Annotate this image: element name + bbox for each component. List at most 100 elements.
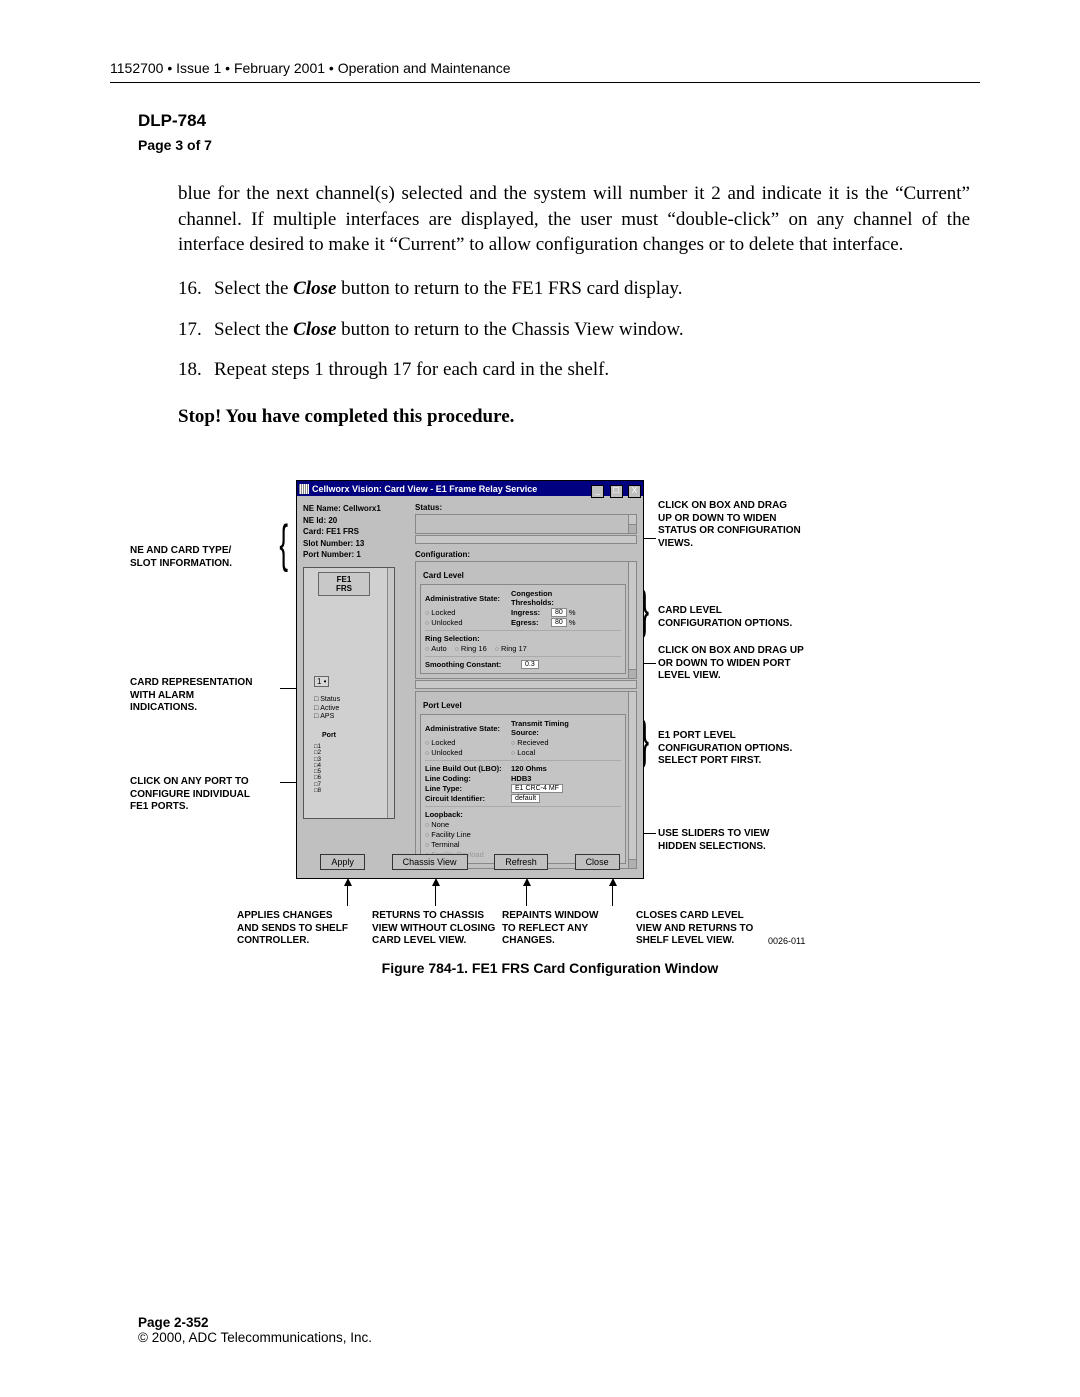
- maximize-button[interactable]: ☐: [610, 485, 623, 498]
- label: Card:: [303, 527, 324, 536]
- label: %: [569, 618, 576, 627]
- label: NE Id:: [303, 516, 326, 525]
- callout-port-level: E1 PORT LEVEL CONFIGURATION OPTIONS. SEL…: [658, 730, 858, 768]
- label: %: [569, 608, 576, 617]
- callout-chassis: RETURNS TO CHASSIS VIEW WITHOUT CLOSING …: [372, 910, 522, 948]
- label: Slot Number:: [303, 539, 353, 548]
- value: HDB3: [511, 774, 531, 783]
- callout-sliders: USE SLIDERS TO VIEW HIDDEN SELECTIONS.: [658, 828, 858, 853]
- label: Circuit Identifier:: [425, 794, 511, 803]
- brace-icon: {: [279, 522, 288, 566]
- callout-ports: CLICK ON ANY PORT TO CONFIGURE INDIVIDUA…: [130, 776, 280, 814]
- label: Port Number:: [303, 550, 354, 559]
- label: Line Build Out (LBO):: [425, 764, 511, 773]
- page-header: 1152700 • Issue 1 • February 2001 • Oper…: [110, 60, 980, 82]
- arrow-up-icon: [432, 878, 440, 886]
- port-list[interactable]: 1 2 3 4 5 6 7 8: [314, 744, 321, 794]
- port-item[interactable]: 2: [314, 750, 321, 756]
- radio-auto[interactable]: Auto: [425, 644, 447, 653]
- radio-ring17[interactable]: Ring 17: [495, 644, 527, 653]
- circuit-id-input[interactable]: default: [511, 794, 540, 803]
- figure-wrap: NE AND CARD TYPE/ SLOT INFORMATION. { CA…: [130, 480, 970, 1010]
- completed-notice: Stop! You have completed this procedure.: [178, 406, 970, 428]
- callout-card-level: CARD LEVEL CONFIGURATION OPTIONS.: [658, 605, 858, 630]
- callout-close: CLOSES CARD LEVEL VIEW AND RETURNS TO SH…: [636, 910, 786, 948]
- label: Ingress:: [511, 608, 551, 617]
- port-item[interactable]: 3: [314, 757, 321, 763]
- radio-locked[interactable]: Locked: [425, 738, 455, 747]
- header-rule: [110, 82, 980, 83]
- value: 120 Ohms: [511, 764, 547, 773]
- radio-received[interactable]: Recieved: [511, 738, 549, 747]
- splitter[interactable]: [415, 680, 637, 689]
- ingress-spinner[interactable]: 80: [551, 608, 567, 617]
- radio-locked[interactable]: Locked: [425, 608, 455, 617]
- scrollbar[interactable]: [628, 692, 636, 868]
- step-command: Close: [293, 278, 336, 299]
- radio-facility-line[interactable]: Facility Line: [425, 830, 471, 839]
- line-type-select[interactable]: E1 CRC-4 MF: [511, 784, 563, 793]
- step-18: 18. Repeat steps 1 through 17 for each c…: [178, 357, 970, 384]
- legend-item: Active: [314, 705, 340, 714]
- titlebar[interactable]: Cellworx Vision: Card View - E1 Frame Re…: [297, 481, 643, 496]
- ne-info: NE Name: Cellworx1 NE Id: 20 Card: FE1 F…: [303, 503, 403, 561]
- card-label: FE1FRS: [318, 572, 370, 596]
- label: Congestion Thresholds:: [511, 589, 597, 607]
- port-item[interactable]: 6: [314, 775, 321, 781]
- minimize-button[interactable]: _: [591, 485, 604, 498]
- scrollbar[interactable]: [387, 568, 394, 818]
- card-representation: FE1FRS 1 • Status Active APS Port 1 2 3 …: [303, 567, 395, 819]
- splitter[interactable]: [415, 535, 637, 544]
- label: Line Coding:: [425, 774, 511, 783]
- radio-unlocked[interactable]: Unlocked: [425, 748, 463, 757]
- close-button[interactable]: Close: [575, 854, 620, 870]
- label: Loopback:: [425, 810, 511, 819]
- label: Administrative State:: [425, 724, 511, 733]
- arrow-up-icon: [344, 878, 352, 886]
- callout-apply: APPLIES CHANGES AND SENDS TO SHELF CONTR…: [237, 910, 377, 948]
- radio-ring16[interactable]: Ring 16: [455, 644, 487, 653]
- step-text: Repeat steps 1 through 17 for each card …: [214, 357, 970, 384]
- step-post: button to return to the FE1 FRS card dis…: [336, 278, 682, 299]
- config-label: Configuration:: [415, 550, 637, 559]
- scrollbar[interactable]: [628, 562, 636, 678]
- radio-local[interactable]: Local: [511, 748, 535, 757]
- app-icon: [299, 484, 309, 494]
- footer-copyright: © 2000, ADC Telecommunications, Inc.: [138, 1330, 372, 1345]
- step-number: 16.: [178, 276, 214, 303]
- callout-card-rep: CARD REPRESENTATION WITH ALARM INDICATIO…: [130, 677, 280, 715]
- legend-item: APS: [314, 713, 340, 722]
- connector-line: [642, 833, 656, 834]
- close-button[interactable]: X: [628, 485, 641, 498]
- port-level-panel: Port Level Administrative State:Transmit…: [415, 691, 637, 869]
- figure-caption: Figure 784-1. FE1 FRS Card Configuration…: [130, 960, 970, 976]
- arrow-up-icon: [523, 878, 531, 886]
- callout-ne-card: NE AND CARD TYPE/ SLOT INFORMATION.: [130, 545, 280, 570]
- value: 1: [356, 550, 360, 559]
- apply-button[interactable]: Apply: [320, 854, 365, 870]
- radio-unlocked[interactable]: Unlocked: [425, 618, 463, 627]
- value: 20: [328, 516, 337, 525]
- callout-refresh: REPAINTS WINDOW TO REFLECT ANY CHANGES.: [502, 910, 632, 948]
- radio-terminal[interactable]: Terminal: [425, 840, 460, 849]
- figure-id: 0026-011: [768, 936, 805, 946]
- radio-none[interactable]: None: [425, 820, 449, 829]
- step-number: 17.: [178, 317, 214, 344]
- egress-spinner[interactable]: 80: [551, 618, 567, 627]
- value: FE1 FRS: [326, 527, 359, 536]
- panel-title: Port Level: [420, 701, 465, 710]
- step-17: 17. Select the Close button to return to…: [178, 317, 970, 344]
- smoothing-input[interactable]: 0.3: [521, 660, 539, 669]
- legend: Status Active APS: [314, 696, 340, 722]
- legend-item: Status: [314, 696, 340, 705]
- refresh-button[interactable]: Refresh: [494, 854, 548, 870]
- chassis-view-button[interactable]: Chassis View: [392, 854, 468, 870]
- connector-line: [612, 886, 613, 906]
- page-of: Page 3 of 7: [138, 137, 980, 153]
- port-item[interactable]: 8: [314, 788, 321, 794]
- connector-line: [347, 886, 348, 906]
- scrollbar[interactable]: [628, 515, 636, 533]
- value: Cellworx1: [343, 504, 381, 513]
- footer-page: Page 2-352: [138, 1315, 372, 1330]
- connector-line: [435, 886, 436, 906]
